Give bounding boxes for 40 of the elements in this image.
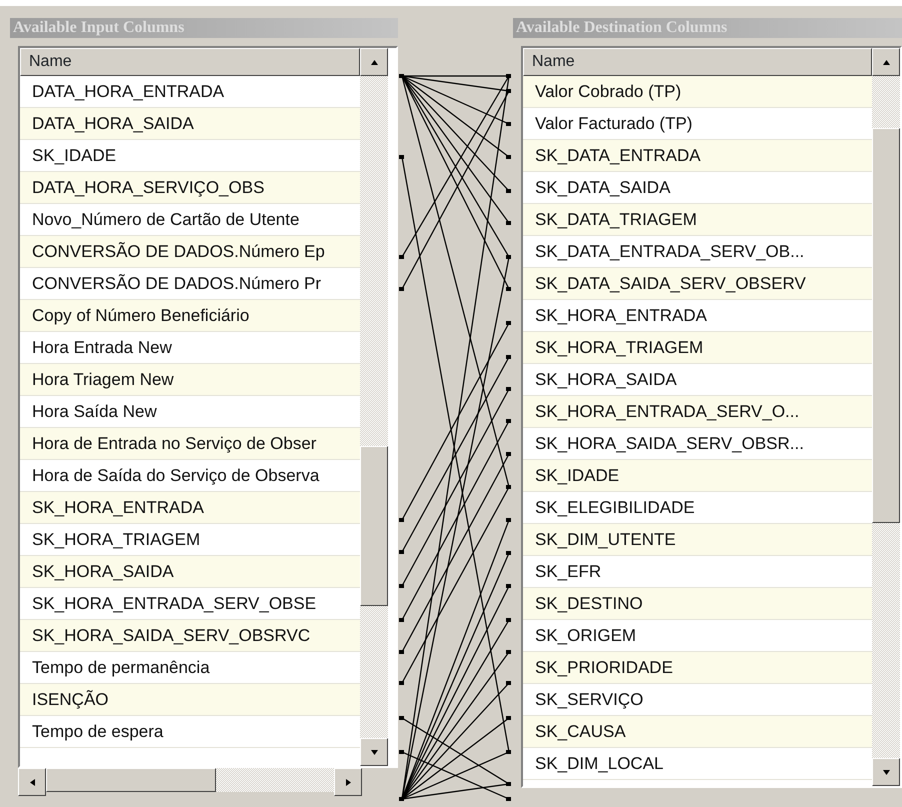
down-arrow-icon [882,768,890,776]
vertical-scrollbar[interactable] [360,48,388,766]
list-row[interactable]: DATA_HORA_SERVIÇO_OBS [20,172,360,204]
scroll-right-button[interactable] [334,768,362,796]
list-row[interactable]: Hora Triagem New [20,364,360,396]
list-row[interactable]: SK_CAUSA [523,716,872,748]
scroll-down-button[interactable] [360,738,388,766]
scroll-up-button[interactable] [360,48,388,76]
right-arrow-icon [344,778,352,786]
scroll-down-button[interactable] [872,758,900,786]
list-row[interactable]: SK_HORA_TRIAGEM [523,332,872,364]
list-row[interactable]: SK_HORA_ENTRADA [20,492,360,524]
scroll-left-button[interactable] [18,768,46,796]
list-row[interactable]: SK_DATA_SAIDA_SERV_OBSERV [523,268,872,300]
list-row[interactable]: Valor Cobrado (TP) [523,76,872,108]
list-row[interactable]: SK_DATA_ENTRADA [523,140,872,172]
scrollbar-thumb[interactable] [872,128,900,523]
scrollbar-thumb[interactable] [46,768,216,792]
up-arrow-icon [370,58,378,66]
list-row[interactable]: DATA_HORA_SAIDA [20,108,360,140]
list-row[interactable]: SK_IDADE [523,460,872,492]
list-row[interactable]: ISENÇÃO [20,684,360,716]
list-row[interactable]: Copy of Número Beneficiário [20,300,360,332]
scrollbar-thumb[interactable] [360,446,388,606]
list-row[interactable]: CONVERSÃO DE DADOS.Número Ep [20,236,360,268]
down-arrow-icon [370,748,378,756]
up-arrow-icon [882,58,890,66]
vertical-scrollbar[interactable] [872,48,900,786]
list-row[interactable]: SK_DESTINO [523,588,872,620]
scroll-up-button[interactable] [872,48,900,76]
list-row[interactable]: SK_PRIORIDADE [523,652,872,684]
column-header[interactable]: Name [20,48,360,76]
list-row[interactable]: SK_HORA_SAIDA_SERV_OBSRVC [20,620,360,652]
list-row[interactable]: SK_DATA_TRIAGEM [523,204,872,236]
list-row[interactable]: Hora de Entrada no Serviço de Obser [20,428,360,460]
list-row[interactable]: SK_DIM_UTENTE [523,524,872,556]
list-row[interactable]: SK_HORA_ENTRADA_SERV_O... [523,396,872,428]
left-arrow-icon [28,778,36,786]
list-row[interactable]: SK_HORA_SAIDA [20,556,360,588]
column-header[interactable]: Name [523,48,872,76]
